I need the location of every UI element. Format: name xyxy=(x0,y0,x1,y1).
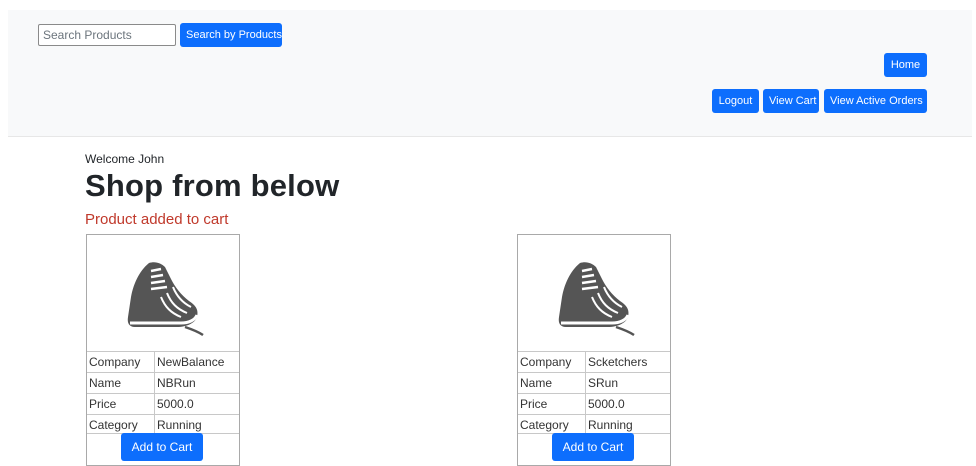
table-row: Category Running xyxy=(87,414,239,435)
table-row: Price 5000.0 xyxy=(87,393,239,415)
add-to-cart-button[interactable]: Add to Cart xyxy=(552,433,634,461)
search-input[interactable] xyxy=(38,24,176,46)
cart-alert-message: Product added to cart xyxy=(85,211,229,228)
welcome-text: Welcome John xyxy=(85,152,165,166)
home-button[interactable]: Home xyxy=(884,53,927,77)
table-row: Name NBRun xyxy=(87,372,239,394)
table-row: Name SRun xyxy=(518,372,670,394)
table-row: Price 5000.0 xyxy=(518,393,670,415)
price-label: Price xyxy=(87,393,155,415)
page-title: Shop from below xyxy=(85,168,340,203)
product-card: Company NewBalance Name NBRun Price 5000… xyxy=(86,234,240,466)
name-value: NBRun xyxy=(154,372,239,394)
category-value: Running xyxy=(154,414,239,435)
company-value: Scketchers xyxy=(585,351,670,373)
price-value: 5000.0 xyxy=(154,393,239,415)
search-by-products-button[interactable]: Search by Products xyxy=(180,23,282,47)
table-row: Company Scketchers xyxy=(518,351,670,373)
category-value: Running xyxy=(585,414,670,435)
table-row: Category Running xyxy=(518,414,670,435)
category-label: Category xyxy=(518,414,586,435)
product-details-table: Company Scketchers Name SRun Price 5000.… xyxy=(518,351,670,435)
name-value: SRun xyxy=(585,372,670,394)
view-cart-button[interactable]: View Cart xyxy=(763,89,819,113)
shoe-icon xyxy=(558,262,635,337)
category-label: Category xyxy=(87,414,155,435)
view-active-orders-button[interactable]: View Active Orders xyxy=(824,89,927,113)
price-value: 5000.0 xyxy=(585,393,670,415)
name-label: Name xyxy=(518,372,586,394)
product-card: Company Scketchers Name SRun Price 5000.… xyxy=(517,234,671,466)
price-label: Price xyxy=(518,393,586,415)
name-label: Name xyxy=(87,372,155,394)
table-row: Company NewBalance xyxy=(87,351,239,373)
shoe-icon xyxy=(127,262,204,337)
company-label: Company xyxy=(87,351,155,373)
product-details-table: Company NewBalance Name NBRun Price 5000… xyxy=(87,351,239,435)
logout-button[interactable]: Logout xyxy=(712,89,759,113)
add-to-cart-button[interactable]: Add to Cart xyxy=(121,433,203,461)
company-value: NewBalance xyxy=(154,351,239,373)
company-label: Company xyxy=(518,351,586,373)
